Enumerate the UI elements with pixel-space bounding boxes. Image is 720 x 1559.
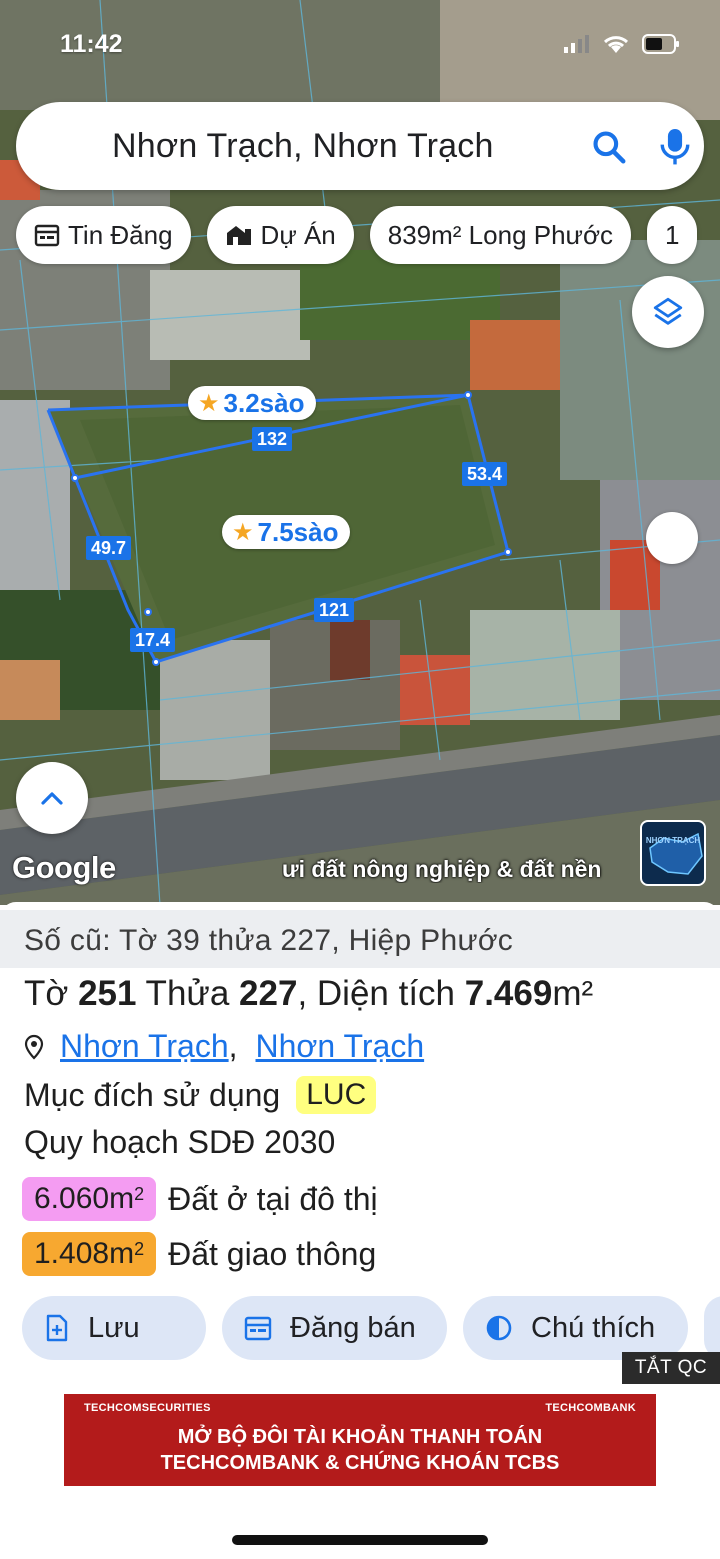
chevron-up-icon xyxy=(41,792,63,805)
plot-label: Thửa xyxy=(136,974,240,1013)
contrast-icon xyxy=(485,1314,513,1342)
building-icon xyxy=(225,223,253,247)
chip-recent-search[interactable]: 839m² Long Phước xyxy=(369,206,632,264)
home-indicator[interactable] xyxy=(232,1535,488,1545)
planning-title: Quy hoạch SDĐ 2030 xyxy=(24,1124,336,1160)
purpose-code-badge: LUC xyxy=(296,1076,377,1114)
zone-area-badge: 6.060m 2 xyxy=(22,1177,157,1221)
post-sale-button[interactable]: Đăng bán xyxy=(222,1296,447,1360)
google-logo: Google xyxy=(12,850,116,885)
legend-button[interactable]: Chú thích xyxy=(463,1296,688,1360)
chip-more[interactable]: 1 xyxy=(647,206,698,264)
zone-area: 1.408m xyxy=(34,1237,135,1270)
thumbnail-map-icon xyxy=(649,832,703,875)
chip-du-an[interactable]: Dự Án xyxy=(206,206,354,264)
save-button[interactable]: Lưu xyxy=(22,1296,206,1360)
cellular-signal-icon xyxy=(564,35,589,53)
chip-label: Dự Án xyxy=(260,219,336,250)
district-link[interactable]: Nhơn Trạch xyxy=(60,1028,229,1065)
calendar-icon xyxy=(244,1315,272,1341)
location-pin-icon xyxy=(24,1034,44,1060)
zone-label: Đất giao thông xyxy=(168,1235,377,1272)
post-sale-button-label: Đăng bán xyxy=(290,1311,416,1344)
dimension-label: 132 xyxy=(252,427,293,451)
bookmark-add-icon xyxy=(44,1314,70,1342)
ad-brand-right: TECHCOMBANK xyxy=(545,1402,636,1414)
save-button-label: Lưu xyxy=(88,1311,140,1344)
parcel-label-main[interactable]: ★ 7.5sào xyxy=(222,515,351,549)
ad-subheadline: TECHCOMBANK & CHỨNG KHOÁN TCBS xyxy=(160,1452,560,1474)
action-buttons: Lưu Đăng bán Chú thích xyxy=(22,1296,720,1360)
chip-label: Tin Đăng xyxy=(68,219,173,250)
zone-area: 6.060m xyxy=(34,1182,135,1215)
search-bar[interactable]: Nhơn Trạch, Nhơn Trạch xyxy=(16,102,704,190)
mic-icon[interactable] xyxy=(658,126,692,166)
zone-row: 6.060m 2 Đất ở tại đô thị xyxy=(22,1177,378,1221)
thumbnail-label: NHƠN TRẠCH xyxy=(645,836,701,845)
search-input[interactable]: Nhơn Trạch, Nhơn Trạch xyxy=(112,127,494,166)
province-link[interactable]: Nhơn Trạch xyxy=(256,1028,425,1065)
star-icon: ★ xyxy=(198,389,220,417)
sheet-label: Tờ xyxy=(24,974,79,1013)
ad-banner[interactable]: TECHCOMSECURITIES TECHCOMBANK MỞ BỘ ĐÔI … xyxy=(64,1394,656,1486)
ad-brand-left: TECHCOMSECURITIES xyxy=(84,1402,211,1414)
location-row: Nhơn Trạch , Nhơn Trạch xyxy=(24,1028,424,1065)
plot-number: 227 xyxy=(239,974,298,1013)
area-unit: m² xyxy=(552,974,594,1013)
parcel-label-text: 3.2sào xyxy=(223,387,305,418)
zone-area-unit: 2 xyxy=(134,1238,145,1259)
zone-area-unit: 2 xyxy=(134,1183,145,1204)
chip-tin-dang[interactable]: Tin Đăng xyxy=(16,206,191,264)
chip-label: 839m² Long Phước xyxy=(387,219,614,250)
zone-label: Đất ở tại đô thị xyxy=(168,1180,378,1217)
star-icon: ★ xyxy=(232,518,254,546)
legend-button-label: Chú thích xyxy=(531,1311,656,1344)
calendar-icon xyxy=(34,223,60,247)
dimension-label: 121 xyxy=(314,598,355,622)
map-caption: ưi đất nông nghiệp & đất nền xyxy=(282,856,602,882)
sheet-number: 251 xyxy=(78,974,137,1013)
status-icons xyxy=(564,34,680,54)
dimension-label: 17.4 xyxy=(130,628,176,652)
side-handle[interactable] xyxy=(646,512,698,564)
old-reference-text: Số cũ: Tờ 39 thửa 227, Hiệp Phước xyxy=(24,924,514,957)
zone-row: 1.408m 2 Đất giao thông xyxy=(22,1232,376,1276)
search-icon[interactable] xyxy=(590,128,628,166)
map-thumbnail[interactable]: NHƠN TRẠCH xyxy=(640,820,706,886)
area-label: , Diện tích xyxy=(297,974,465,1013)
more-actions-button[interactable] xyxy=(704,1296,720,1360)
zone-area-badge: 1.408m 2 xyxy=(22,1232,157,1276)
filter-chips: Tin Đăng Dự Án 839m² Long Phước 1 xyxy=(16,206,698,264)
land-use-purpose: Mục đích sử dụng LUC xyxy=(24,1076,377,1114)
area-value: 7.469 xyxy=(464,974,553,1013)
battery-icon xyxy=(642,34,679,54)
dimension-label: 49.7 xyxy=(86,536,132,560)
purpose-label: Mục đích sử dụng xyxy=(24,1076,281,1113)
parcel-label-text: 7.5sào xyxy=(257,516,339,547)
parcel-label-top[interactable]: ★ 3.2sào xyxy=(188,386,317,420)
dimension-label: 53.4 xyxy=(462,462,508,486)
close-ad-button[interactable]: TẮT QC xyxy=(622,1352,720,1384)
satellite-map[interactable]: 11:42 Nhơn Trạch, Nhơn Trạch Tin Đăng Dự… xyxy=(0,0,720,905)
ad-headline: MỞ BỘ ĐÔI TÀI KHOẢN THANH TOÁN xyxy=(177,1426,543,1448)
location-separator: , xyxy=(228,1028,238,1064)
status-time: 11:42 xyxy=(60,30,123,58)
expand-button[interactable] xyxy=(16,762,88,834)
chip-label: 1 xyxy=(665,219,680,250)
wifi-icon xyxy=(603,36,629,53)
parcel-title: Tờ 251 Thửa 227, Diện tích 7.469m² xyxy=(24,974,593,1014)
layers-icon xyxy=(653,297,683,325)
layers-button[interactable] xyxy=(632,276,704,348)
